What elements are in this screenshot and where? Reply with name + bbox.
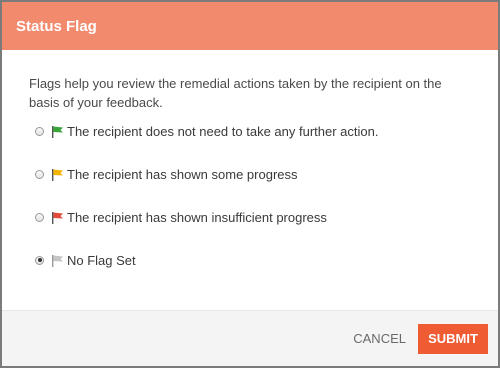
green-flag-icon (52, 125, 63, 138)
flag-option-no-action[interactable]: The recipient does not need to take any … (29, 121, 482, 141)
radio-no-flag[interactable] (35, 255, 44, 265)
dialog-body: Flags help you review the remedial actio… (2, 50, 498, 270)
flag-option-no-flag[interactable]: No Flag Set (29, 250, 482, 270)
submit-button[interactable]: SUBMIT (418, 323, 488, 354)
yellow-flag-icon (52, 168, 63, 181)
grey-flag-icon (52, 254, 63, 267)
status-flag-dialog: Status Flag Flags help you review the re… (2, 2, 498, 366)
dialog-title: Status Flag (16, 17, 97, 35)
flag-option-label: No Flag Set (67, 252, 136, 268)
cancel-button[interactable]: CANCEL (353, 323, 406, 354)
red-flag-icon (52, 211, 63, 224)
dialog-header: Status Flag (2, 2, 498, 50)
flag-option-insufficient-progress[interactable]: The recipient has shown insufficient pro… (29, 207, 482, 227)
flag-option-label: The recipient has shown some progress (67, 166, 298, 182)
radio-some-progress[interactable] (35, 169, 44, 179)
radio-insufficient-progress[interactable] (35, 212, 44, 222)
radio-no-action[interactable] (35, 126, 44, 136)
dialog-description: Flags help you review the remedial actio… (29, 76, 442, 110)
flag-option-some-progress[interactable]: The recipient has shown some progress (29, 164, 482, 184)
flag-option-label: The recipient does not need to take any … (67, 123, 379, 139)
dialog-footer: CANCEL SUBMIT (2, 310, 498, 366)
flag-option-label: The recipient has shown insufficient pro… (67, 209, 327, 225)
flag-options: The recipient does not need to take any … (29, 121, 482, 270)
